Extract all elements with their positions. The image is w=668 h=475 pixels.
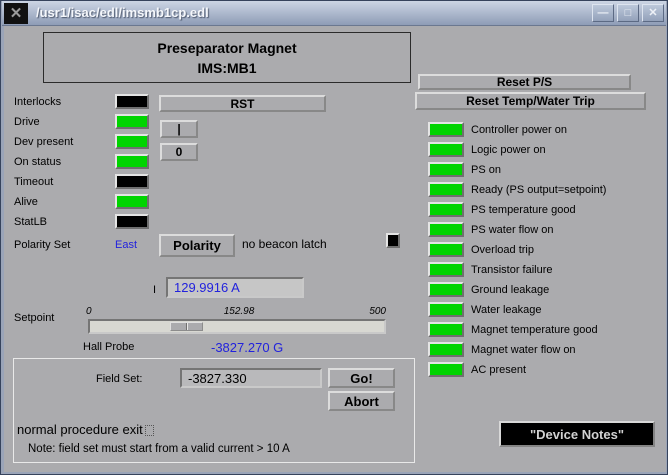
slider-handle[interactable] — [170, 322, 203, 331]
indicator-ps-water-flow — [428, 222, 464, 237]
label-polarity-set: Polarity Set — [14, 239, 70, 251]
field-set-value: -3827.330 — [188, 371, 247, 386]
indicator-interlocks — [115, 94, 149, 109]
device-title-box: Preseparator Magnet IMS:MB1 — [43, 32, 411, 83]
status-cursor-box — [145, 425, 154, 436]
indicator-ac-present — [428, 362, 464, 377]
hall-probe-label: Hall Probe — [83, 341, 134, 353]
close-button[interactable]: ✕ — [642, 4, 664, 22]
slider-value-tick: 152.98 — [211, 306, 267, 317]
current-readback-value: 129.9916 A — [174, 280, 240, 295]
window-title: /usr1/isac/edl/imsmb1cp.edl — [36, 5, 209, 20]
indicator-logic-power — [428, 142, 464, 157]
indicator-ps-on — [428, 162, 464, 177]
procedure-status-label: normal procedure exit — [17, 422, 143, 437]
setpoint-slider[interactable] — [88, 319, 386, 334]
label-statlb: StatLB — [14, 216, 47, 228]
label-logic-power: Logic power on — [471, 144, 546, 156]
beacon-latch-indicator — [386, 233, 400, 248]
label-ready: Ready (PS output=setpoint) — [471, 184, 606, 196]
label-drive: Drive — [14, 116, 40, 128]
window-menu-button[interactable]: ✕ — [4, 3, 28, 24]
label-ground-leakage: Ground leakage — [471, 284, 549, 296]
reset-temp-water-button[interactable]: Reset Temp/Water Trip — [415, 92, 646, 110]
beacon-latch-text: no beacon latch — [242, 237, 327, 251]
label-ps-temperature: PS temperature good — [471, 204, 576, 216]
indicator-statlb — [115, 214, 149, 229]
minimize-button[interactable]: — — [592, 4, 614, 22]
label-on-status: On status — [14, 156, 61, 168]
maximize-button[interactable]: □ — [617, 4, 639, 22]
field-set-input[interactable]: -3827.330 — [180, 368, 322, 388]
indicator-water-leakage — [428, 302, 464, 317]
drive-on-button[interactable]: | — [160, 120, 198, 138]
slider-min-tick: 0 — [86, 306, 92, 317]
polarity-value: East — [115, 239, 137, 251]
label-dev-present: Dev present — [14, 136, 73, 148]
maximize-icon: □ — [625, 8, 632, 19]
rst-button[interactable]: RST — [159, 95, 326, 112]
label-magnet-temperature: Magnet temperature good — [471, 324, 598, 336]
procedure-status-text: normal procedure exit — [17, 422, 154, 437]
indicator-alive — [115, 194, 149, 209]
label-ps-water-flow: PS water flow on — [471, 224, 554, 236]
app-window: ✕ /usr1/isac/edl/imsmb1cp.edl — □ ✕ Pres… — [0, 0, 668, 475]
indicator-controller-power — [428, 122, 464, 137]
label-transistor-failure: Transistor failure — [471, 264, 553, 276]
current-readback-field: 129.9916 A — [166, 277, 304, 298]
field-set-label: Field Set: — [96, 373, 142, 385]
label-interlocks: Interlocks — [14, 96, 61, 108]
polarity-button[interactable]: Polarity — [159, 234, 235, 257]
label-controller-power: Controller power on — [471, 124, 567, 136]
close-icon: ✕ — [648, 8, 657, 19]
indicator-dev-present — [115, 134, 149, 149]
slider-handle-notch — [186, 323, 188, 330]
device-title-line2: IMS:MB1 — [44, 58, 410, 78]
hall-probe-value: -3827.270 G — [211, 340, 283, 355]
indicator-overload-trip — [428, 242, 464, 257]
indicator-on-status — [115, 154, 149, 169]
window-menu-icon: ✕ — [10, 6, 23, 21]
indicator-magnet-temperature — [428, 322, 464, 337]
field-set-note: Note: field set must start from a valid … — [28, 443, 290, 455]
titlebar[interactable]: ✕ /usr1/isac/edl/imsmb1cp.edl — □ ✕ — [2, 1, 666, 26]
go-button[interactable]: Go! — [328, 368, 395, 388]
setpoint-label: Setpoint — [14, 312, 54, 324]
indicator-ps-temperature — [428, 202, 464, 217]
label-water-leakage: Water leakage — [471, 304, 542, 316]
indicator-transistor-failure — [428, 262, 464, 277]
indicator-drive — [115, 114, 149, 129]
indicator-timeout — [115, 174, 149, 189]
label-timeout: Timeout — [14, 176, 53, 188]
indicator-ground-leakage — [428, 282, 464, 297]
label-alive: Alive — [14, 196, 38, 208]
current-label: I — [153, 284, 156, 296]
abort-button[interactable]: Abort — [328, 391, 395, 411]
drive-off-button[interactable]: 0 — [160, 143, 198, 161]
device-notes-button[interactable]: "Device Notes" — [499, 421, 655, 447]
reset-ps-button[interactable]: Reset P/S — [418, 74, 631, 90]
label-overload-trip: Overload trip — [471, 244, 534, 256]
indicator-magnet-water-flow — [428, 342, 464, 357]
label-magnet-water-flow: Magnet water flow on — [471, 344, 576, 356]
label-ps-on: PS on — [471, 164, 501, 176]
label-ac-present: AC present — [471, 364, 526, 376]
slider-max-tick: 500 — [353, 306, 386, 317]
indicator-ready — [428, 182, 464, 197]
device-title-line1: Preseparator Magnet — [44, 38, 410, 58]
minimize-icon: — — [598, 8, 609, 19]
